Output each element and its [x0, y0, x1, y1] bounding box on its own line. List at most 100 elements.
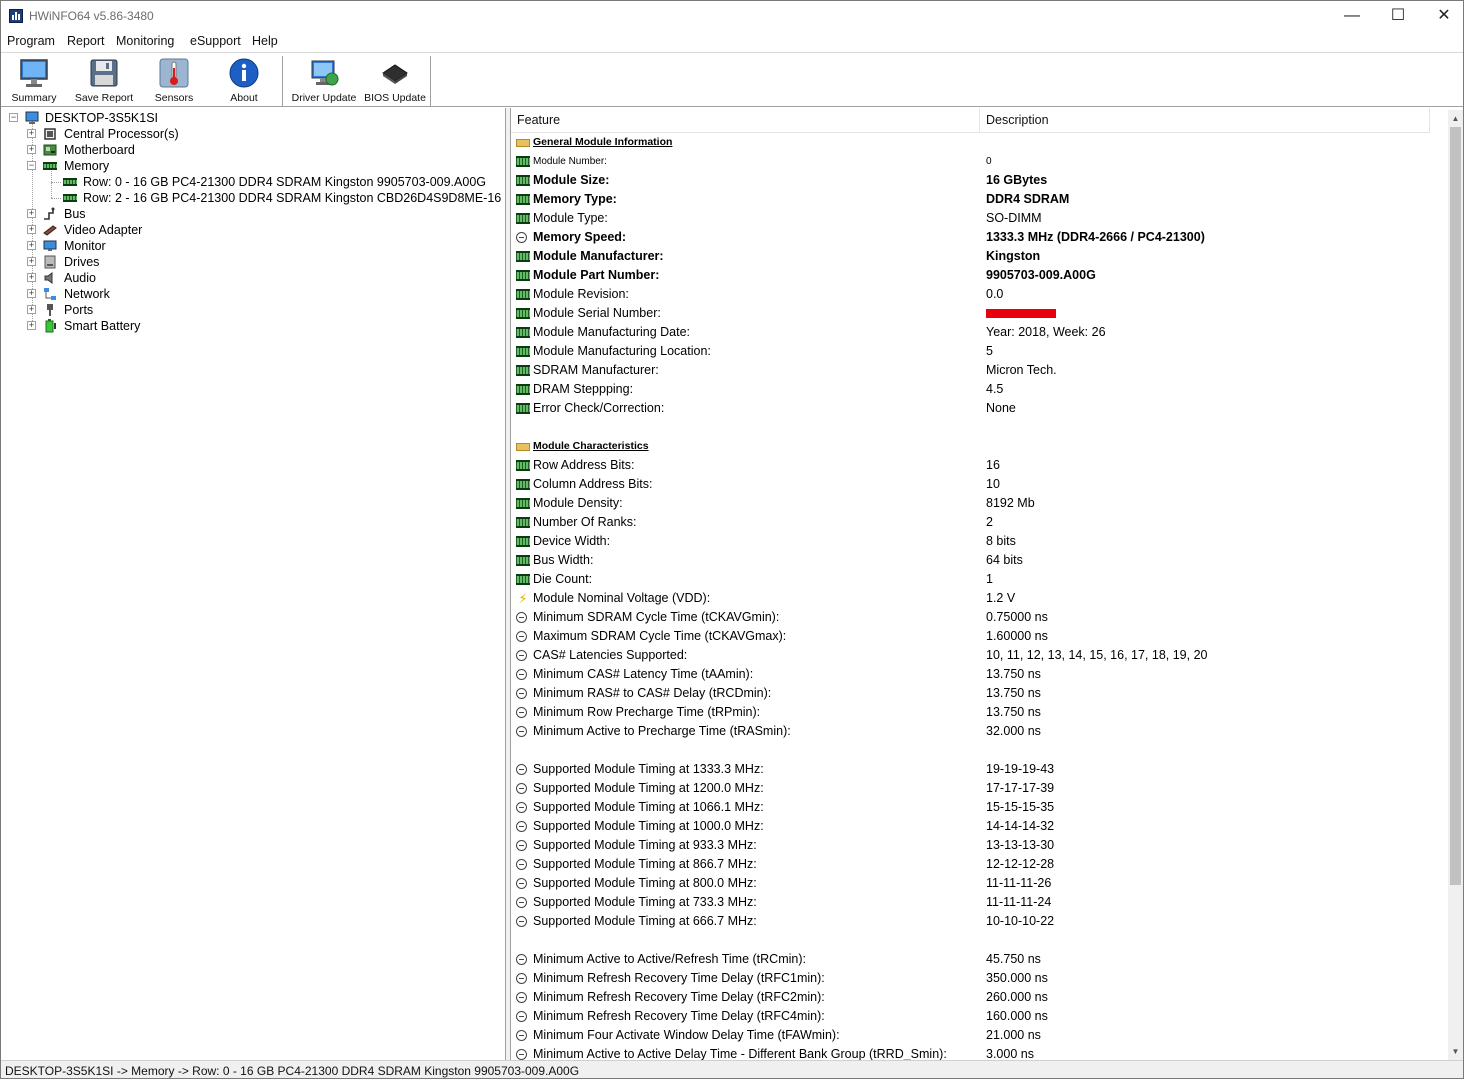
detail-row[interactable]: Module Type: SO-DIMM [511, 209, 1447, 228]
detail-row[interactable]: Minimum RAS# to CAS# Delay (tRCDmin): 13.… [511, 684, 1447, 703]
expand-icon[interactable]: + [27, 241, 36, 250]
memory-module-icon [63, 194, 77, 202]
minimize-button[interactable]: — [1329, 1, 1375, 31]
feature-label: Maximum SDRAM Cycle Time (tCKAVGmax): [533, 629, 787, 643]
detail-row[interactable]: DRAM Steppping: 4.5 [511, 380, 1447, 399]
detail-row[interactable]: Module Number: 0 [511, 152, 1447, 171]
collapse-icon[interactable]: − [9, 113, 18, 122]
menu-monitoring[interactable]: Monitoring [116, 34, 174, 48]
detail-row[interactable]: Supported Module Timing at 800.0 MHz: 11-… [511, 874, 1447, 893]
detail-row[interactable]: Bus Width: 64 bits [511, 551, 1447, 570]
detail-row[interactable]: Module Manufacturing Date: Year: 2018, We… [511, 323, 1447, 342]
detail-row[interactable]: Module Revision: 0.0 [511, 285, 1447, 304]
memory-icon [516, 251, 530, 262]
detail-row[interactable]: Module Size: 16 GBytes [511, 171, 1447, 190]
detail-row[interactable]: Module Manufacturer: Kingston [511, 247, 1447, 266]
toolbar-separator [282, 56, 283, 106]
description-value: 260.000 ns [986, 990, 1048, 1004]
scroll-thumb[interactable] [1450, 127, 1461, 885]
detail-row[interactable]: Memory Speed: 1333.3 MHz (DDR4-2666 / PC4… [511, 228, 1447, 247]
detail-row[interactable]: Module Serial Number: [511, 304, 1447, 323]
detail-row[interactable]: Minimum Refresh Recovery Time Delay (tRF… [511, 1007, 1447, 1026]
detail-row[interactable]: Supported Module Timing at 1200.0 MHz: 17… [511, 779, 1447, 798]
scroll-up-arrow-icon[interactable]: ▲ [1448, 110, 1463, 127]
menu-help[interactable]: Help [252, 34, 278, 48]
about-button[interactable]: About [216, 56, 272, 106]
expand-icon[interactable]: + [27, 225, 36, 234]
expand-icon[interactable]: + [27, 129, 36, 138]
toolbar: Summary Save Report Sensors About Driver… [1, 52, 1463, 107]
feature-label: Bus Width: [533, 553, 594, 567]
title-bar[interactable]: HWiNFO64 v5.86-3480 — ☐ ✕ [1, 1, 1463, 31]
vertical-scrollbar[interactable]: ▲ ▼ [1448, 110, 1463, 1060]
hardware-tree[interactable]: − DESKTOP-3S5K1SI + Central Processor(s)… [1, 108, 506, 1060]
detail-row[interactable]: Memory Type: DDR4 SDRAM [511, 190, 1447, 209]
detail-row[interactable]: Supported Module Timing at 1066.1 MHz: 15… [511, 798, 1447, 817]
detail-row[interactable]: Minimum Active to Active Delay Time - Di… [511, 1045, 1447, 1060]
menu-esupport[interactable]: eSupport [190, 34, 241, 48]
expand-icon[interactable]: + [27, 305, 36, 314]
description-value: None [986, 401, 1016, 415]
detail-row[interactable]: Number Of Ranks: 2 [511, 513, 1447, 532]
description-value: 13-13-13-30 [986, 838, 1055, 852]
menu-program[interactable]: Program [7, 34, 55, 48]
collapse-icon[interactable]: − [27, 161, 36, 170]
detail-row[interactable]: CAS# Latencies Supported: 10, 11, 12, 13,… [511, 646, 1447, 665]
description-value: 4.5 [986, 382, 1004, 396]
detail-row[interactable]: Supported Module Timing at 733.3 MHz: 11-… [511, 893, 1447, 912]
detail-row[interactable]: Minimum SDRAM Cycle Time (tCKAVGmin): 0.7… [511, 608, 1447, 627]
detail-row[interactable]: Minimum CAS# Latency Time (tAAmin): 13.75… [511, 665, 1447, 684]
tree-item-label: Network [64, 287, 110, 301]
menu-report[interactable]: Report [67, 34, 105, 48]
description-value: 8 bits [986, 534, 1016, 548]
expand-icon[interactable]: + [27, 145, 36, 154]
maximize-button[interactable]: ☐ [1375, 1, 1421, 31]
expand-icon[interactable]: + [27, 321, 36, 330]
tree-item-label: Audio [64, 271, 96, 285]
expand-icon[interactable]: + [27, 209, 36, 218]
blank-row [511, 931, 1447, 950]
detail-list[interactable]: Feature Description General Module Infor… [510, 108, 1463, 1060]
detail-row[interactable]: Maximum SDRAM Cycle Time (tCKAVGmax): 1.6… [511, 627, 1447, 646]
expand-icon[interactable]: + [27, 273, 36, 282]
column-header-feature[interactable]: Feature [511, 108, 980, 133]
detail-row[interactable]: Minimum Four Activate Window Delay Time … [511, 1026, 1447, 1045]
detail-row[interactable]: Die Count: 1 [511, 570, 1447, 589]
expand-icon[interactable]: + [27, 289, 36, 298]
detail-row[interactable]: Row Address Bits: 16 [511, 456, 1447, 475]
detail-row[interactable]: Minimum Row Precharge Time (tRPmin): 13.7… [511, 703, 1447, 722]
detail-row[interactable]: Module Density: 8192 Mb [511, 494, 1447, 513]
column-header-description[interactable]: Description [980, 108, 1430, 133]
section-header-row[interactable]: General Module Information [511, 133, 1447, 152]
expand-icon[interactable]: + [27, 257, 36, 266]
detail-row[interactable]: Supported Module Timing at 1333.3 MHz: 19… [511, 760, 1447, 779]
detail-row[interactable]: Minimum Active to Active/Refresh Time (t… [511, 950, 1447, 969]
description-value: 1333.3 MHz (DDR4-2666 / PC4-21300) [986, 230, 1205, 244]
feature-label: General Module Information [533, 136, 673, 148]
detail-row[interactable]: Minimum Refresh Recovery Time Delay (tRF… [511, 988, 1447, 1007]
sensors-button[interactable]: Sensors [146, 56, 202, 106]
detail-row[interactable]: Device Width: 8 bits [511, 532, 1447, 551]
detail-row[interactable]: Supported Module Timing at 1000.0 MHz: 14… [511, 817, 1447, 836]
tree-item-label: Row: 0 - 16 GB PC4-21300 DDR4 SDRAM King… [83, 175, 486, 189]
detail-row[interactable]: Module Manufacturing Location: 5 [511, 342, 1447, 361]
summary-button[interactable]: Summary [5, 56, 63, 106]
detail-row[interactable]: Minimum Active to Precharge Time (tRASmi… [511, 722, 1447, 741]
detail-row[interactable]: Supported Module Timing at 666.7 MHz: 10-… [511, 912, 1447, 931]
driver-update-button[interactable]: Driver Update [289, 56, 359, 106]
feature-label: Module Revision: [533, 287, 629, 301]
scroll-down-arrow-icon[interactable]: ▼ [1448, 1043, 1463, 1060]
detail-row[interactable]: Module Part Number: 9905703-009.A00G [511, 266, 1447, 285]
redaction-bar [986, 309, 1056, 319]
bios-update-button[interactable]: BIOS Update [363, 56, 427, 106]
detail-row[interactable]: Minimum Refresh Recovery Time Delay (tRF… [511, 969, 1447, 988]
detail-row[interactable]: SDRAM Manufacturer: Micron Tech. [511, 361, 1447, 380]
save-report-button[interactable]: Save Report [73, 56, 135, 106]
detail-row[interactable]: ⚡ Module Nominal Voltage (VDD): 1.2 V [511, 589, 1447, 608]
detail-row[interactable]: Supported Module Timing at 866.7 MHz: 12-… [511, 855, 1447, 874]
detail-row[interactable]: Column Address Bits: 10 [511, 475, 1447, 494]
section-header-row[interactable]: Module Characteristics [511, 437, 1447, 456]
detail-row[interactable]: Error Check/Correction: None [511, 399, 1447, 418]
close-button[interactable]: ✕ [1421, 1, 1463, 31]
detail-row[interactable]: Supported Module Timing at 933.3 MHz: 13-… [511, 836, 1447, 855]
